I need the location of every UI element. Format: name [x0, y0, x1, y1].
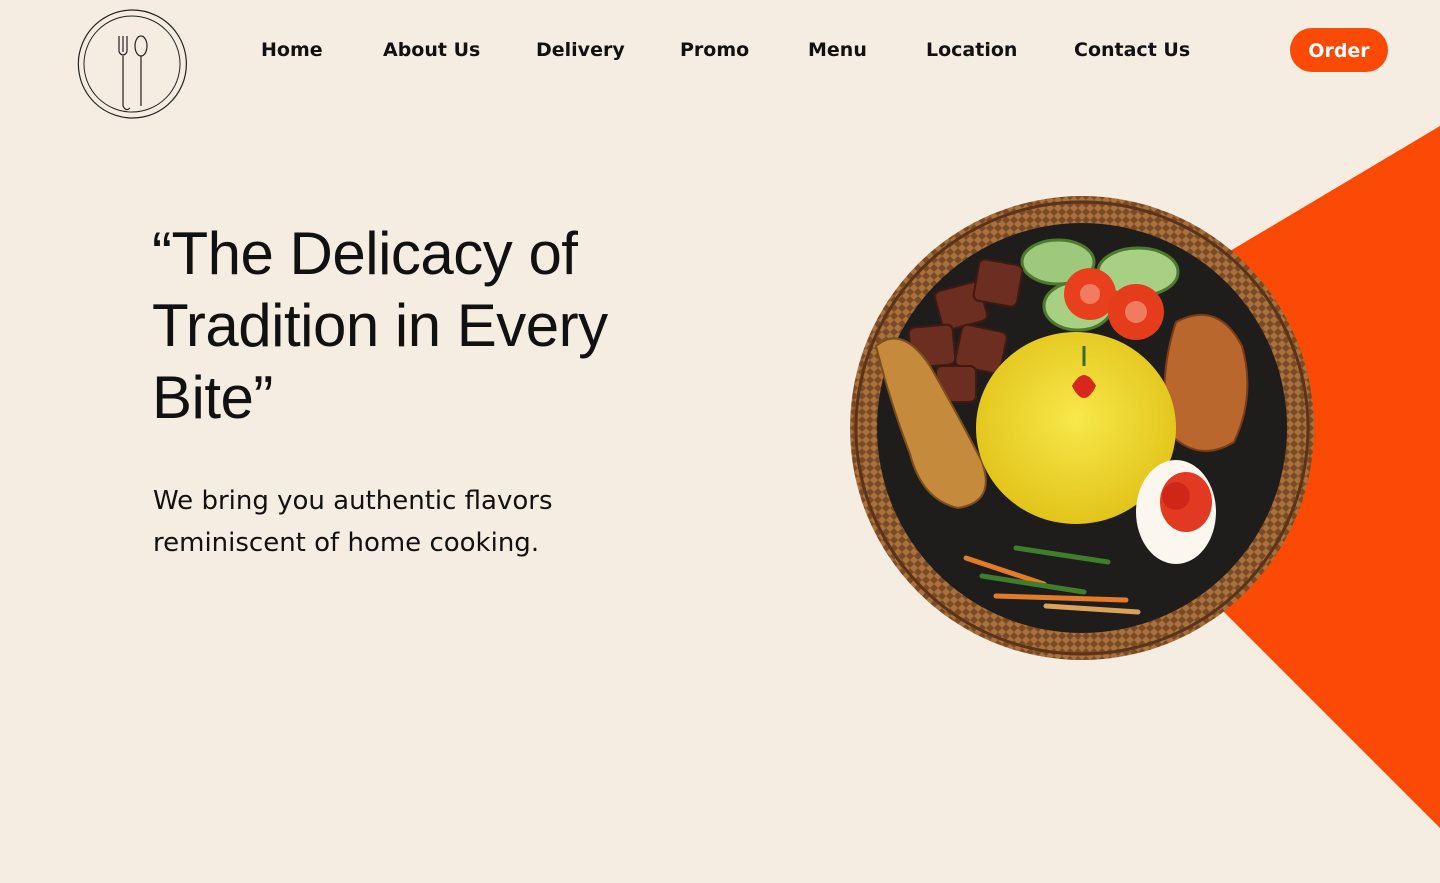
nav-location[interactable]: Location [926, 36, 1017, 64]
nav-menu[interactable]: Menu [808, 36, 867, 64]
order-button[interactable]: Order [1290, 28, 1388, 72]
logo-icon[interactable] [74, 6, 190, 122]
rice-dish-plate-icon [850, 196, 1314, 660]
nav-about-us[interactable]: About Us [383, 36, 480, 64]
nav-promo[interactable]: Promo [680, 36, 749, 64]
nav-contact-us[interactable]: Contact Us [1074, 36, 1190, 64]
nav-delivery[interactable]: Delivery [536, 36, 625, 64]
hero-subtitle: We bring you authentic flavors reminisce… [153, 486, 553, 558]
hero-title: “The Delicacy of Tradition in Every Bite… [152, 220, 608, 431]
nav-home[interactable]: Home [261, 36, 323, 64]
